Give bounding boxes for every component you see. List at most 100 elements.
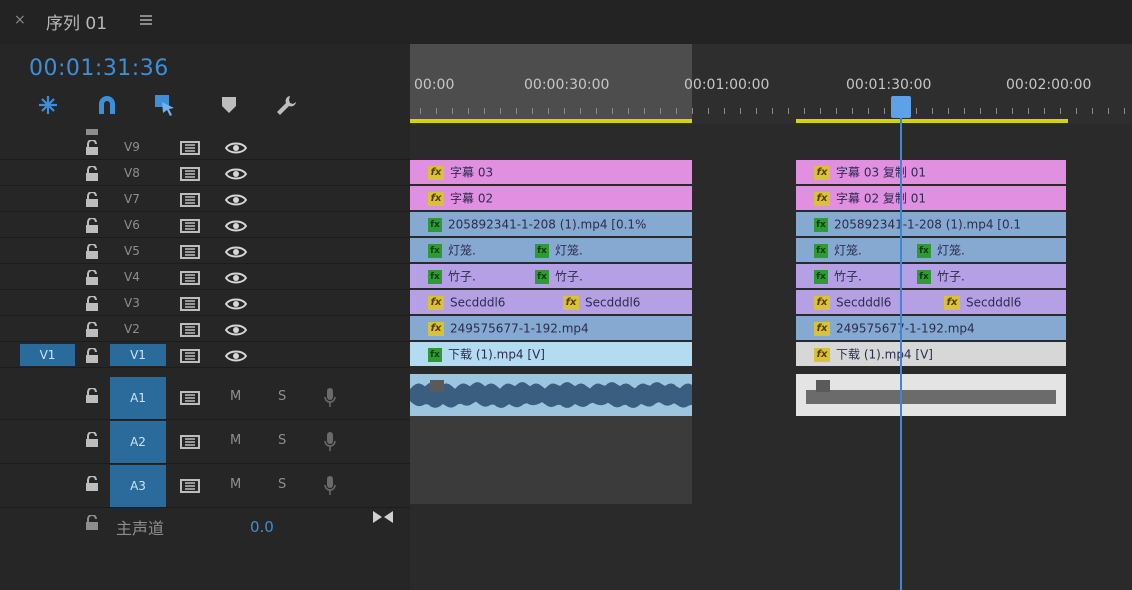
lock-icon[interactable]: [85, 295, 99, 311]
lock-icon[interactable]: [85, 347, 99, 363]
solo-button[interactable]: S: [278, 477, 286, 492]
ruler-tick: [964, 108, 965, 114]
mute-button[interactable]: M: [230, 477, 241, 492]
eye-icon[interactable]: [224, 270, 248, 284]
snap-magnet-icon[interactable]: [94, 92, 120, 118]
video-clip[interactable]: fx 灯笼.: [796, 238, 899, 262]
solo-button[interactable]: S: [278, 433, 286, 448]
master-volume-value[interactable]: 0.0: [250, 518, 274, 536]
lock-icon[interactable]: [85, 191, 99, 207]
video-clip[interactable]: fx 灯笼.: [517, 238, 692, 262]
lock-icon[interactable]: [85, 387, 99, 403]
video-clip[interactable]: fx 205892341-1-208 (1).mp4 [0.1: [796, 212, 1066, 236]
video-clip[interactable]: fx 竹子.: [517, 264, 692, 288]
nested-clip[interactable]: fx Secdddl6: [926, 290, 1066, 314]
solo-button[interactable]: S: [278, 389, 286, 404]
eye-icon[interactable]: [224, 322, 248, 336]
lock-icon[interactable]: [85, 321, 99, 337]
ruler-tick: [420, 108, 421, 114]
sync-lock-icon[interactable]: [180, 348, 200, 363]
clip-label: Secdddl6: [836, 295, 892, 310]
eye-icon[interactable]: [224, 166, 248, 180]
video-clip[interactable]: fx 下载 (1).mp4 [V]: [410, 342, 692, 366]
clip-label: 字幕 02 复制 01: [836, 191, 926, 206]
eye-icon[interactable]: [224, 140, 248, 154]
video-clip[interactable]: fx 下载 (1).mp4 [V]: [796, 342, 1066, 366]
eye-icon[interactable]: [224, 192, 248, 206]
effect-badge-icon: fx: [814, 243, 828, 258]
eye-icon[interactable]: [224, 348, 248, 362]
track-target-audio[interactable]: A3: [110, 465, 166, 507]
settings-wrench-icon[interactable]: [273, 92, 299, 118]
sync-lock-icon[interactable]: [180, 192, 200, 207]
timeline-area[interactable]: 00:00 00:00:30:00 00:01:00:00 00:01:30:0…: [410, 44, 1132, 590]
lock-icon[interactable]: [85, 269, 99, 285]
fx-badge-icon: fx: [428, 191, 444, 206]
work-area-bar[interactable]: [796, 119, 1068, 123]
track-target-v1[interactable]: V1: [110, 344, 166, 366]
mute-button[interactable]: M: [230, 433, 241, 448]
sync-lock-icon[interactable]: [180, 434, 200, 449]
linked-selection-icon[interactable]: [152, 92, 178, 118]
sync-lock-icon[interactable]: [180, 322, 200, 337]
voice-over-mic-icon[interactable]: [323, 387, 337, 413]
title-clip[interactable]: fx 字幕 03: [410, 160, 692, 184]
lock-icon[interactable]: [85, 431, 99, 447]
track-label: V6: [124, 218, 140, 232]
sync-lock-icon[interactable]: [180, 478, 200, 493]
nested-clip[interactable]: fx Secdddl6: [410, 290, 545, 314]
hamburger-menu-icon[interactable]: [140, 15, 152, 26]
sync-lock-icon[interactable]: [180, 270, 200, 285]
title-clip[interactable]: fx 字幕 03 复制 01: [796, 160, 1066, 184]
source-patch-v1[interactable]: V1: [20, 344, 75, 366]
sync-lock-icon[interactable]: [180, 166, 200, 181]
lock-icon[interactable]: [85, 120, 99, 135]
title-clip[interactable]: fx 字幕 02: [410, 186, 692, 210]
sync-lock-icon[interactable]: [180, 244, 200, 259]
bowtie-icon[interactable]: [372, 509, 394, 528]
ripple-icon[interactable]: [35, 92, 61, 118]
lock-icon[interactable]: [85, 475, 99, 491]
eye-icon[interactable]: [224, 244, 248, 258]
video-clip[interactable]: fx 249575677-1-192.mp4: [796, 316, 1066, 340]
audio-clip-a1[interactable]: [410, 374, 692, 416]
voice-over-mic-icon[interactable]: [323, 475, 337, 501]
nested-clip[interactable]: fx Secdddl6: [545, 290, 692, 314]
playhead-line[interactable]: [900, 96, 902, 590]
eye-icon[interactable]: [224, 296, 248, 310]
title-clip[interactable]: fx 字幕 02 复制 01: [796, 186, 1066, 210]
fx-badge-icon: fx: [944, 295, 960, 310]
video-clip[interactable]: fx 竹子.: [410, 264, 517, 288]
video-clip[interactable]: fx 灯笼.: [899, 238, 1066, 262]
lock-icon[interactable]: [85, 243, 99, 259]
audio-track-header: A1 M S: [0, 376, 410, 420]
audio-clip-a1-copy[interactable]: [796, 374, 1066, 416]
sync-lock-icon[interactable]: [180, 140, 200, 155]
ruler-tick: [452, 108, 453, 114]
sequence-tab-title[interactable]: 序列 01: [46, 9, 107, 34]
add-marker-icon[interactable]: [216, 92, 242, 118]
sync-lock-icon[interactable]: [180, 390, 200, 405]
time-ruler[interactable]: 00:00 00:00:30:00 00:01:00:00 00:01:30:0…: [410, 44, 1132, 124]
video-clip[interactable]: fx 竹子.: [899, 264, 1066, 288]
lock-icon[interactable]: [85, 514, 99, 530]
work-area-bar[interactable]: [410, 119, 692, 123]
playhead-timecode[interactable]: 00:01:31:36: [29, 56, 169, 81]
track-target-audio[interactable]: A2: [110, 421, 166, 463]
lock-icon[interactable]: [85, 165, 99, 181]
voice-over-mic-icon[interactable]: [323, 431, 337, 457]
lock-icon[interactable]: [85, 217, 99, 233]
sync-lock-icon[interactable]: [180, 296, 200, 311]
video-clip[interactable]: fx 205892341-1-208 (1).mp4 [0.1%: [410, 212, 692, 236]
track-target-audio[interactable]: A1: [110, 377, 166, 419]
nested-clip[interactable]: fx Secdddl6: [796, 290, 926, 314]
mute-button[interactable]: M: [230, 389, 241, 404]
lock-icon[interactable]: [85, 139, 99, 155]
eye-icon[interactable]: [224, 218, 248, 232]
playhead-handle[interactable]: [891, 96, 911, 118]
video-clip[interactable]: fx 灯笼.: [410, 238, 517, 262]
video-clip[interactable]: fx 竹子.: [796, 264, 899, 288]
close-icon[interactable]: ×: [14, 12, 26, 28]
video-clip[interactable]: fx 249575677-1-192.mp4: [410, 316, 692, 340]
sync-lock-icon[interactable]: [180, 218, 200, 233]
